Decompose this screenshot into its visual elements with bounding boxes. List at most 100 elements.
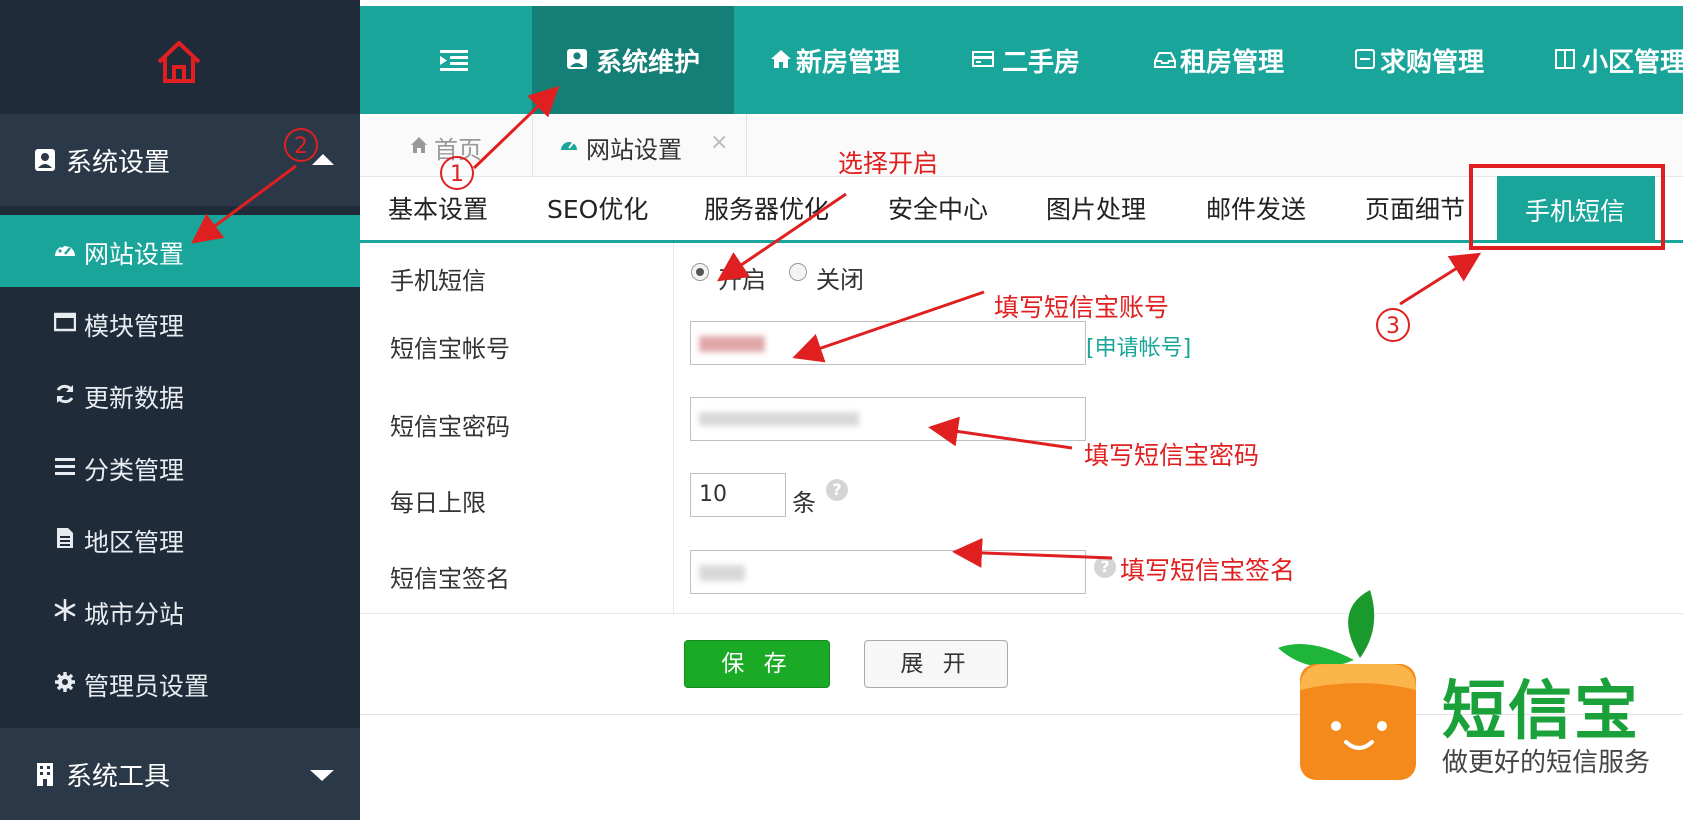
step-marker: 3 <box>1376 308 1410 342</box>
redacted-value <box>699 412 859 426</box>
tray-icon <box>1154 52 1176 68</box>
field-label: 手机短信 <box>390 267 486 295</box>
caret-down-icon <box>310 770 334 781</box>
settings-tab-email[interactable]: 邮件发送 <box>1206 190 1306 240</box>
refresh-icon <box>56 384 74 404</box>
sidebar-item-label: 更新数据 <box>84 384 185 413</box>
field-label: 短信宝帐号 <box>390 335 510 363</box>
topnav-label: 求购管理 <box>1380 48 1485 78</box>
sidebar-item-module-management[interactable]: 模块管理 <box>0 287 360 359</box>
signature-input[interactable] <box>690 550 1086 594</box>
house-icon <box>411 137 427 153</box>
settings-tab-security[interactable]: 安全中心 <box>888 190 988 240</box>
tab-website-settings[interactable]: 网站设置 × <box>532 114 747 176</box>
topnav-purchase[interactable]: 求购管理 <box>1354 6 1504 114</box>
apply-account-link[interactable]: [申请帐号] <box>1086 330 1191 362</box>
divider <box>673 243 674 305</box>
field-label: 短信宝密码 <box>390 413 510 441</box>
annotation-fill-password: 填写短信宝密码 <box>1084 441 1260 470</box>
sidebar-item-label: 分类管理 <box>84 456 185 485</box>
help-icon[interactable]: ? <box>1094 556 1116 578</box>
topnav-label: 小区管理 <box>1582 48 1683 78</box>
step-marker: 1 <box>440 156 474 190</box>
radio-on[interactable] <box>691 263 709 281</box>
sidebar-item-category-management[interactable]: 分类管理 <box>0 431 360 503</box>
home-icon[interactable] <box>156 40 202 84</box>
menu-toggle-icon[interactable] <box>440 50 468 72</box>
annotation-fill-account: 填写短信宝账号 <box>994 293 1170 322</box>
settings-tab-label: 手机短信 <box>1525 197 1626 226</box>
sidebar-item-region-management[interactable]: 地区管理 <box>0 503 360 575</box>
sidebar-item-label: 地区管理 <box>84 528 185 557</box>
radio-off[interactable] <box>789 263 807 281</box>
card-icon <box>972 51 994 67</box>
sidebar-item-label: 模块管理 <box>84 312 185 341</box>
annotation-select-on: 选择开启 <box>838 149 939 178</box>
topnav-community[interactable]: 小区管理 <box>1554 6 1683 114</box>
sidebar-item-admin-settings[interactable]: 管理员设置 <box>0 647 360 719</box>
step-marker: 2 <box>284 128 318 162</box>
window-icon <box>54 312 76 332</box>
file-icon <box>57 528 73 548</box>
settings-tab-sms[interactable]: 手机短信 <box>1497 176 1655 240</box>
divider <box>673 533 674 613</box>
row-daily-limit: 每日上限 <box>360 457 1683 534</box>
topnav-label: 系统维护 <box>596 48 701 78</box>
settings-tab-basic[interactable]: 基本设置 <box>388 190 488 240</box>
password-input[interactable] <box>690 397 1086 441</box>
divider <box>673 305 674 381</box>
divider <box>673 457 674 533</box>
sidebar-item-city-branch[interactable]: 城市分站 <box>0 575 360 647</box>
columns-icon <box>1555 49 1575 69</box>
sidebar-item-update-data[interactable]: 更新数据 <box>0 359 360 431</box>
watermark-subtitle: 做更好的短信服务 <box>1442 748 1651 778</box>
topnav-label: 新房管理 <box>796 48 901 78</box>
settings-tab-server[interactable]: 服务器优化 <box>704 190 829 240</box>
redacted-value <box>699 336 765 352</box>
list-icon <box>55 458 75 475</box>
watermark-title: 短信宝 <box>1442 675 1640 749</box>
topnav-second-hand[interactable]: 二手房 <box>972 6 1102 114</box>
expand-button[interactable]: 展 开 <box>864 640 1008 688</box>
house-icon <box>771 50 791 68</box>
sidebar-group-label: 系统工具 <box>66 762 171 792</box>
divider <box>673 381 674 457</box>
page-tabs: 首页 网站设置 × <box>360 114 1683 177</box>
daily-limit-unit: 条 <box>792 489 816 517</box>
dashboard-icon <box>561 142 577 150</box>
topnav-rental[interactable]: 租房管理 <box>1154 6 1304 114</box>
settings-tab-page-details[interactable]: 页面细节 <box>1365 190 1465 240</box>
save-button[interactable]: 保 存 <box>684 640 830 688</box>
close-icon[interactable]: × <box>710 130 728 155</box>
topnav-label: 租房管理 <box>1180 48 1285 78</box>
settings-tab-seo[interactable]: SEO优化 <box>547 190 648 240</box>
radio-on-label[interactable]: 开启 <box>718 260 766 295</box>
account-input[interactable] <box>690 321 1086 365</box>
daily-limit-input[interactable]: 10 <box>690 473 786 517</box>
radio-off-label[interactable]: 关闭 <box>816 260 864 295</box>
redacted-value <box>699 565 745 581</box>
sidebar-group-label: 系统设置 <box>66 148 171 178</box>
sidebar-item-website-settings[interactable]: 网站设置 <box>0 215 360 287</box>
caret-up-icon <box>312 154 334 165</box>
sidebar-item-label: 城市分站 <box>84 600 185 629</box>
annotation-fill-signature: 填写短信宝签名 <box>1120 556 1296 585</box>
field-label: 短信宝签名 <box>390 565 510 593</box>
user-card-icon <box>567 49 587 69</box>
top-navbar: 系统维护 新房管理 二手房 租房管理 求购管理 小区管理 <box>360 6 1683 114</box>
dashboard-icon <box>55 243 75 256</box>
tab-label: 网站设置 <box>586 136 682 164</box>
topnav-label: 二手房 <box>1002 48 1081 78</box>
sidebar-item-label: 网站设置 <box>84 240 185 269</box>
sidebar-group-system-tools[interactable]: 系统工具 <box>0 728 360 820</box>
topnav-system-maintenance[interactable]: 系统维护 <box>532 6 734 114</box>
minus-box-icon <box>1355 49 1375 69</box>
help-icon[interactable]: ? <box>826 479 848 501</box>
topnav-new-house[interactable]: 新房管理 <box>756 6 906 114</box>
snowflake-icon <box>54 599 76 621</box>
gear-icon <box>55 672 75 692</box>
sidebar: 系统设置 网站设置 模块管理 更新数据 分类管理 地区管理 城市分站 管理员设置… <box>0 0 360 820</box>
building-icon <box>37 763 53 786</box>
settings-tab-image[interactable]: 图片处理 <box>1046 190 1146 240</box>
logo-area <box>0 0 360 114</box>
